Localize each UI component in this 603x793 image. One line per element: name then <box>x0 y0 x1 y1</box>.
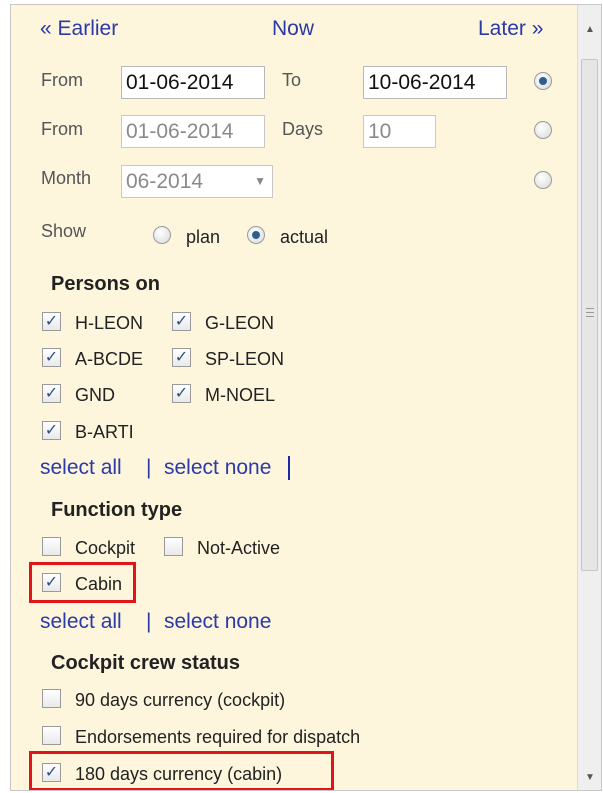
show-label: Show <box>41 221 87 241</box>
function-select-all-link[interactable]: select all <box>40 610 122 634</box>
function-checkbox-not-active[interactable] <box>164 537 183 556</box>
person-checkbox-g-leon[interactable]: ✓ <box>172 312 191 331</box>
cabin-currency-highlight-box <box>29 751 334 790</box>
person-label: A-BCDE <box>75 349 144 369</box>
text-cursor <box>288 456 290 480</box>
scroll-up-icon[interactable]: ▲ <box>578 19 601 41</box>
person-label: H-LEON <box>75 313 144 333</box>
days-mode-radio[interactable] <box>534 121 552 139</box>
person-label: G-LEON <box>205 313 275 333</box>
persons-select-none-link[interactable]: select none <box>164 456 271 480</box>
function-checkbox-cockpit[interactable] <box>42 537 61 556</box>
to-date-input[interactable]: 10-06-2014 <box>363 66 507 99</box>
from-label: From <box>41 70 83 90</box>
month-label: Month <box>41 168 92 188</box>
now-link[interactable]: Now <box>272 17 314 41</box>
actual-label: actual <box>280 227 329 247</box>
from-date-input[interactable]: 01-06-2014 <box>121 66 265 99</box>
person-checkbox-h-leon[interactable]: ✓ <box>42 312 61 331</box>
status-label: Endorsements required for dispatch <box>75 727 361 747</box>
scroll-down-icon[interactable]: ▼ <box>578 767 601 789</box>
status-label: 90 days currency (cockpit) <box>75 690 286 710</box>
range-mode-radio[interactable] <box>534 72 552 90</box>
chevron-down-icon: ▼ <box>254 174 266 188</box>
person-checkbox-m-noel[interactable]: ✓ <box>172 384 191 403</box>
actual-radio[interactable] <box>247 226 265 244</box>
status-checkbox-90-days[interactable] <box>42 689 61 708</box>
person-checkbox-b-arti[interactable]: ✓ <box>42 421 61 440</box>
function-link-separator: | <box>146 610 152 633</box>
month-mode-radio[interactable] <box>534 171 552 189</box>
month-value: 06-2014 <box>126 170 204 193</box>
person-checkbox-a-bcde[interactable]: ✓ <box>42 348 61 367</box>
function-type-heading: Function type <box>51 499 183 521</box>
to-label: To <box>282 70 302 90</box>
function-select-none-link[interactable]: select none <box>164 610 271 634</box>
days-input[interactable]: 10 <box>363 115 436 148</box>
filter-frame: « Earlier Now Later » From 01-06-2014 To… <box>10 4 602 791</box>
plan-label: plan <box>186 227 221 247</box>
person-label: B-ARTI <box>75 422 134 442</box>
scrollbar-thumb[interactable] <box>581 59 598 571</box>
person-checkbox-gnd[interactable]: ✓ <box>42 384 61 403</box>
filter-panel: « Earlier Now Later » From 01-06-2014 To… <box>11 5 577 790</box>
function-label: Cockpit <box>75 538 136 558</box>
later-link[interactable]: Later » <box>478 17 543 41</box>
cockpit-status-heading: Cockpit crew status <box>51 652 240 674</box>
days-label: Days <box>282 119 324 139</box>
plan-radio[interactable] <box>153 226 171 244</box>
earlier-link[interactable]: « Earlier <box>40 17 118 41</box>
persons-heading: Persons on <box>51 273 160 295</box>
from-date-input-2[interactable]: 01-06-2014 <box>121 115 265 148</box>
person-label: M-NOEL <box>205 385 276 405</box>
person-label: SP-LEON <box>205 349 285 369</box>
cabin-highlight-box <box>29 562 136 603</box>
person-label: GND <box>75 385 115 405</box>
person-checkbox-sp-leon[interactable]: ✓ <box>172 348 191 367</box>
month-select[interactable]: 06-2014 ▼ <box>121 165 273 198</box>
persons-select-all-link[interactable]: select all <box>40 456 122 480</box>
grip-icon <box>586 308 594 317</box>
persons-link-separator: | <box>146 456 152 479</box>
vertical-scrollbar[interactable]: ▲ ▼ <box>577 5 601 790</box>
from-label-2: From <box>41 119 83 139</box>
function-label: Not-Active <box>197 538 281 558</box>
status-checkbox-endorsements[interactable] <box>42 726 61 745</box>
